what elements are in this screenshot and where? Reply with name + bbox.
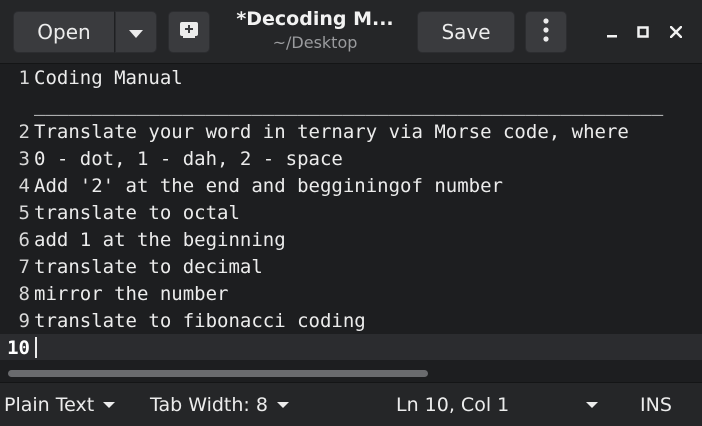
line-number: 1	[18, 66, 30, 89]
text-cursor	[35, 337, 37, 358]
line-number: 2	[18, 120, 30, 143]
window-title: *Decoding M...	[236, 8, 394, 30]
close-icon	[669, 23, 683, 42]
cursor-position[interactable]: Ln 10, Col 1	[396, 383, 509, 426]
insert-mode-indicator[interactable]: INS	[640, 383, 672, 426]
editor-line: ________________________________________…	[0, 91, 702, 118]
line-number: 4	[18, 174, 30, 197]
editor-line: 7 translate to decimal	[0, 253, 702, 280]
line-number: 5	[18, 201, 30, 224]
header-bar: Open *Decoding M... ~/Desktop Save	[0, 0, 702, 64]
minimize-button[interactable]	[597, 17, 627, 47]
editor-line: 8 mirror the number	[0, 280, 702, 307]
line-text: translate to fibonacci coding	[34, 309, 366, 332]
save-button[interactable]: Save	[417, 11, 515, 53]
close-button[interactable]	[661, 17, 691, 47]
language-label: Plain Text	[4, 393, 95, 416]
language-selector[interactable]: Plain Text	[4, 383, 116, 426]
open-button-label: Open	[37, 20, 91, 44]
scrollbar-thumb[interactable]	[8, 370, 428, 377]
line-number: 6	[18, 228, 30, 251]
save-button-label: Save	[441, 20, 491, 44]
line-text: ________________________________________…	[34, 93, 664, 116]
line-text: Translate your word in ternary via Morse…	[34, 120, 629, 143]
more-vertical-icon	[543, 17, 549, 47]
new-tab-icon	[179, 20, 199, 44]
tab-width-selector[interactable]: Tab Width: 8	[150, 383, 289, 426]
editor-line: 2 Translate your word in ternary via Mor…	[0, 118, 702, 145]
editor-current-line: 10	[0, 334, 702, 360]
chevron-down-icon	[276, 401, 289, 408]
cursor-position-menu[interactable]	[577, 383, 598, 426]
minimize-icon	[606, 23, 618, 42]
maximize-button[interactable]	[628, 17, 658, 47]
cursor-position-label: Ln 10, Col 1	[396, 393, 510, 416]
line-text: mirror the number	[34, 282, 229, 305]
line-text: 0 - dot, 1 - dah, 2 - space	[34, 147, 343, 170]
line-text: Add '2' at the end and begginingof numbe…	[34, 174, 503, 197]
new-tab-button[interactable]	[168, 11, 210, 53]
chevron-down-icon	[103, 401, 116, 408]
horizontal-scrollbar[interactable]	[0, 360, 702, 382]
window-subtitle: ~/Desktop	[272, 33, 358, 52]
line-text: translate to decimal	[34, 255, 263, 278]
maximize-icon	[637, 23, 649, 42]
editor-line: 6 add 1 at the beginning	[0, 226, 702, 253]
editor-line: 4 Add '2' at the end and begginingof num…	[0, 172, 702, 199]
chevron-down-icon	[586, 401, 598, 408]
editor-line: 9 translate to fibonacci coding	[0, 307, 702, 334]
line-number: 10	[7, 336, 30, 359]
open-button[interactable]: Open	[13, 11, 115, 53]
line-number: 7	[18, 255, 30, 278]
window-title-block: *Decoding M... ~/Desktop	[222, 6, 408, 58]
editor-line: 1 Coding Manual	[0, 64, 702, 91]
insert-mode-label: INS	[640, 393, 672, 416]
line-number: 8	[18, 282, 30, 305]
chevron-down-icon	[129, 20, 143, 44]
line-text: add 1 at the beginning	[34, 228, 286, 251]
editor-line: 3 0 - dot, 1 - dah, 2 - space	[0, 145, 702, 172]
tab-width-label: Tab Width: 8	[150, 393, 268, 416]
text-editor-window: Open *Decoding M... ~/Desktop Save 1 Cod…	[0, 0, 702, 426]
line-number: 9	[18, 309, 30, 332]
open-menu-button[interactable]	[115, 11, 157, 53]
main-menu-button[interactable]	[525, 11, 567, 53]
line-text: translate to octal	[34, 201, 240, 224]
status-bar: Plain Text Tab Width: 8 Ln 10, Col 1 INS	[0, 382, 702, 426]
line-number: 3	[18, 147, 30, 170]
editor-line: 5 translate to octal	[0, 199, 702, 226]
line-text: Coding Manual	[34, 66, 183, 89]
text-editor[interactable]: 1 Coding Manual ________________________…	[0, 64, 702, 360]
